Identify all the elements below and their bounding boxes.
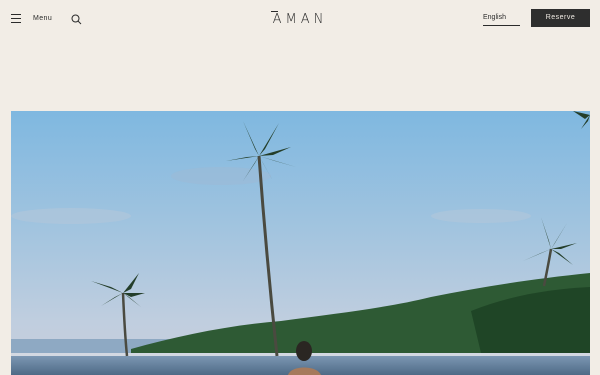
- hero-photo: [11, 111, 590, 375]
- language-selector[interactable]: English: [483, 11, 520, 26]
- brand-logo-text: AMAN: [272, 12, 328, 27]
- reserve-button[interactable]: Reserve: [531, 9, 590, 27]
- hamburger-icon: [11, 13, 21, 23]
- hero-image: [11, 111, 590, 375]
- menu-button[interactable]: Menu: [11, 11, 52, 25]
- search-button[interactable]: [71, 12, 82, 25]
- menu-label: Menu: [33, 14, 53, 22]
- brand-logo[interactable]: AMAN: [266, 10, 334, 30]
- site-header: Menu AMAN English Reserve: [0, 0, 600, 36]
- search-icon: [71, 14, 82, 25]
